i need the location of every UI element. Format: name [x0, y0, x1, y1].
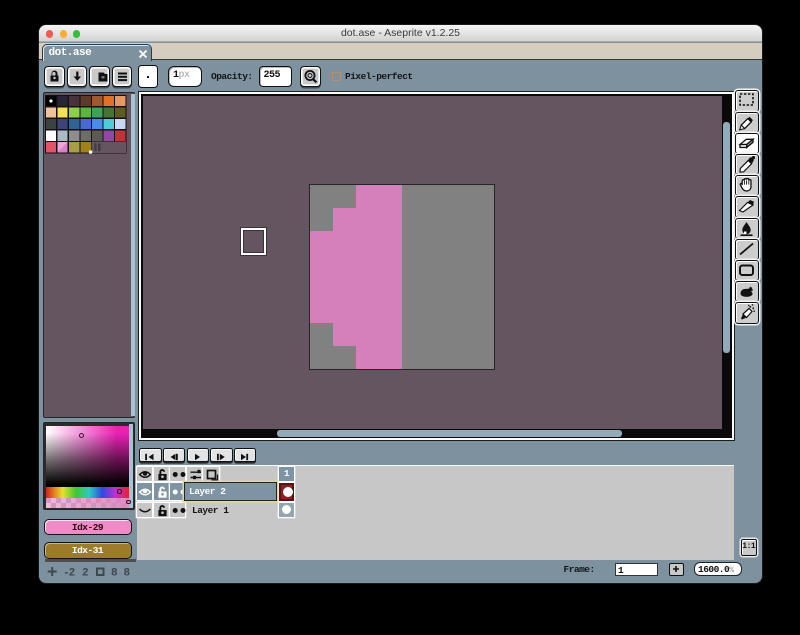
svg-text:8: 8	[124, 568, 131, 579]
svg-text:2: 2	[82, 568, 89, 579]
svg-text:-2: -2	[63, 568, 75, 579]
svg-text:8: 8	[111, 568, 118, 579]
